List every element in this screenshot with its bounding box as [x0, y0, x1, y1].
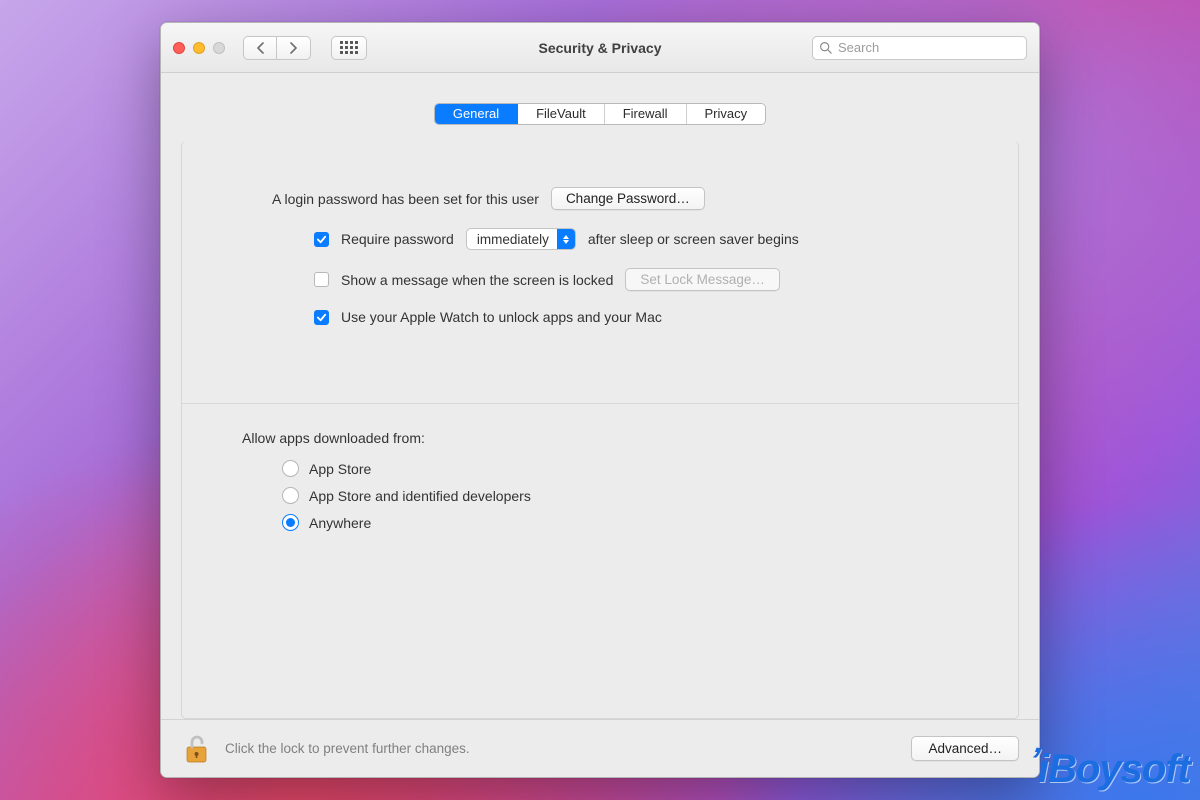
login-password-row: A login password has been set for this u… — [272, 187, 938, 210]
tab-label: FileVault — [536, 104, 586, 124]
radio-identified-developers[interactable] — [282, 487, 299, 504]
nav-buttons — [243, 36, 311, 60]
show-message-label: Show a message when the screen is locked — [341, 272, 613, 288]
maximize-window-button[interactable] — [213, 42, 225, 54]
tab-label: Firewall — [623, 104, 668, 124]
radio-label: Anywhere — [309, 515, 371, 531]
lock-hint-text: Click the lock to prevent further change… — [225, 741, 470, 756]
require-password-pre-label: Require password — [341, 231, 454, 247]
content-area: General FileVault Firewall Privacy A log… — [161, 73, 1039, 777]
search-field-wrap[interactable] — [812, 36, 1027, 60]
require-password-delay-select[interactable]: immediately — [466, 228, 576, 250]
unlocked-padlock-icon — [183, 734, 209, 764]
select-value: immediately — [467, 232, 557, 247]
search-input[interactable] — [838, 40, 1020, 55]
check-icon — [316, 234, 327, 245]
tab-label: Privacy — [705, 104, 748, 124]
check-icon — [316, 312, 327, 323]
require-password-row: Require password immediately after sleep… — [272, 228, 938, 250]
show-all-prefs-button[interactable] — [331, 36, 367, 60]
grid-icon — [340, 41, 358, 54]
radio-label: App Store and identified developers — [309, 488, 531, 504]
tab-panel: A login password has been set for this u… — [181, 141, 1019, 719]
chevron-left-icon — [256, 42, 265, 54]
show-message-row: Show a message when the screen is locked… — [272, 268, 938, 291]
gatekeeper-option-anywhere: Anywhere — [242, 514, 938, 531]
window-footer: Click the lock to prevent further change… — [161, 719, 1039, 777]
show-message-checkbox[interactable] — [314, 272, 329, 287]
chevron-right-icon — [289, 42, 298, 54]
apple-watch-label: Use your Apple Watch to unlock apps and … — [341, 309, 662, 325]
login-password-text: A login password has been set for this u… — [272, 191, 539, 207]
radio-label: App Store — [309, 461, 371, 477]
radio-anywhere[interactable] — [282, 514, 299, 531]
tab-bar: General FileVault Firewall Privacy — [161, 103, 1039, 125]
set-lock-message-button[interactable]: Set Lock Message… — [625, 268, 780, 291]
tab-filevault[interactable]: FileVault — [518, 104, 605, 124]
security-privacy-window: Security & Privacy General FileVault Fir… — [160, 22, 1040, 778]
traffic-lights — [173, 42, 225, 54]
tab-general[interactable]: General — [435, 104, 518, 124]
require-password-post-label: after sleep or screen saver begins — [588, 231, 799, 247]
apple-watch-checkbox[interactable] — [314, 310, 329, 325]
window-titlebar: Security & Privacy — [161, 23, 1039, 73]
tab-label: General — [453, 104, 499, 124]
close-window-button[interactable] — [173, 42, 185, 54]
login-password-section: A login password has been set for this u… — [182, 141, 1018, 353]
stepper-icon — [557, 229, 575, 249]
gatekeeper-title: Allow apps downloaded from: — [242, 430, 938, 446]
gatekeeper-section: Allow apps downloaded from: App Store Ap… — [182, 404, 1018, 551]
lock-button[interactable] — [181, 734, 211, 764]
gatekeeper-option-appstore: App Store — [242, 460, 938, 477]
tab-privacy[interactable]: Privacy — [687, 104, 766, 124]
change-password-button[interactable]: Change Password… — [551, 187, 705, 210]
radio-appstore[interactable] — [282, 460, 299, 477]
advanced-button[interactable]: Advanced… — [911, 736, 1019, 761]
forward-button[interactable] — [277, 36, 311, 60]
tab-firewall[interactable]: Firewall — [605, 104, 687, 124]
require-password-checkbox[interactable] — [314, 232, 329, 247]
back-button[interactable] — [243, 36, 277, 60]
minimize-window-button[interactable] — [193, 42, 205, 54]
apple-watch-row: Use your Apple Watch to unlock apps and … — [272, 309, 938, 325]
gatekeeper-option-identified: App Store and identified developers — [242, 487, 938, 504]
search-icon — [819, 41, 832, 54]
